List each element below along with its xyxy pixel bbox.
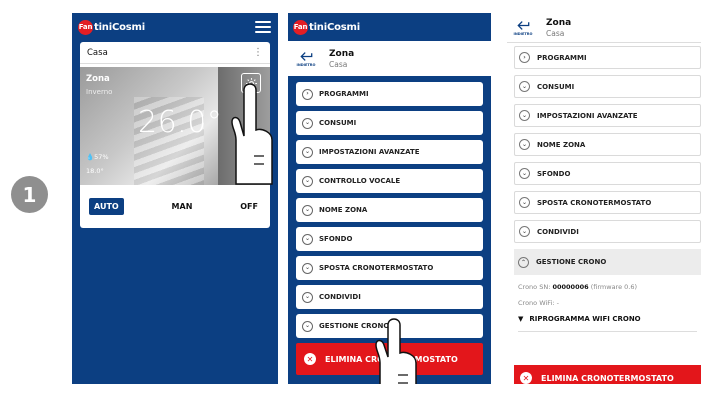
back-arrow-icon bbox=[516, 20, 529, 30]
chevron-down-icon: ⌄ bbox=[519, 168, 530, 179]
step-number: 1 bbox=[22, 182, 37, 207]
back-arrow-icon bbox=[299, 51, 312, 61]
chevron-down-icon: ⌄ bbox=[302, 175, 313, 187]
crono-serial-row: Crono SN: 00000006 (firmware 0.6) bbox=[518, 283, 638, 291]
chevron-down-icon: ⌄ bbox=[519, 139, 530, 150]
page-subtitle: Casa bbox=[546, 28, 565, 38]
screen-gestione-crono-expanded: INDIETRO Zona Casa › PROGRAMMI ⌄ CONSUMI ⌄… bbox=[507, 13, 701, 384]
chevron-down-icon: ⌄ bbox=[302, 320, 313, 332]
chevron-down-icon: ⌄ bbox=[302, 117, 313, 129]
page-header: INDIETRO Zona Casa bbox=[288, 41, 491, 76]
screen-zone-menu: Fan tiniCosmi INDIETRO Zona Casa › PROGRAM… bbox=[288, 13, 491, 384]
setpoint-readout: 18.0° bbox=[86, 167, 104, 175]
logo-badge: Fan bbox=[78, 19, 93, 35]
chevron-down-icon: ⌄ bbox=[302, 291, 313, 303]
instruction-figure: 1 Fan tiniCosmi Casa ⋮ Zona Inverno 26.0°… bbox=[0, 0, 702, 400]
season-label: Inverno bbox=[86, 88, 113, 96]
back-button[interactable]: INDIETRO bbox=[510, 15, 536, 41]
menu-item-programmi[interactable]: › PROGRAMMI bbox=[296, 82, 483, 106]
menu-item-sposta-cronotermostato[interactable]: ⌄ SPOSTA CRONOTERMOSTATO bbox=[514, 191, 701, 214]
mode-auto-button[interactable]: AUTO bbox=[89, 197, 124, 215]
chevron-up-icon: ⌃ bbox=[518, 256, 529, 268]
mode-man-button[interactable]: MAN bbox=[172, 202, 193, 211]
chevron-down-icon: ⌄ bbox=[519, 197, 530, 208]
back-button[interactable]: INDIETRO bbox=[293, 46, 319, 72]
current-temperature: 26.0° bbox=[138, 105, 223, 140]
zone-menu-list: › PROGRAMMI ⌄ CONSUMI ⌄ IMPOSTAZIONI AVANZA… bbox=[514, 46, 701, 332]
close-circle-icon: ✕ bbox=[304, 353, 316, 365]
menu-item-condividi[interactable]: ⌄ CONDIVIDI bbox=[514, 220, 701, 243]
chevron-right-icon: › bbox=[302, 88, 313, 100]
menu-item-sfondo[interactable]: ⌄ SFONDO bbox=[514, 162, 701, 185]
hamburger-menu-icon[interactable] bbox=[255, 21, 271, 33]
menu-item-condividi[interactable]: ⌄ CONDIVIDI bbox=[296, 285, 483, 309]
chevron-down-icon: ⌄ bbox=[302, 204, 313, 216]
app-header: Fan tiniCosmi bbox=[72, 13, 278, 41]
humidity-value: 57% bbox=[94, 153, 109, 161]
chevron-down-icon: ⌄ bbox=[302, 262, 313, 274]
card-header: Casa ⋮ bbox=[80, 42, 270, 64]
menu-item-impostazioni-avanzate[interactable]: ⌄ IMPOSTAZIONI AVANZATE bbox=[296, 140, 483, 164]
screen-home: Fan tiniCosmi Casa ⋮ Zona Inverno 26.0° 💧… bbox=[72, 13, 278, 384]
menu-item-sposta-cronotermostato[interactable]: ⌄ SPOSTA CRONOTERMOSTATO bbox=[296, 256, 483, 280]
chevron-down-icon: ⌄ bbox=[302, 146, 313, 158]
brand-logo: Fan tiniCosmi bbox=[293, 19, 360, 35]
back-label: INDIETRO bbox=[513, 31, 533, 36]
step-number-badge: 1 bbox=[11, 176, 48, 213]
menu-item-nome-zona[interactable]: ⌄ NOME ZONA bbox=[296, 198, 483, 222]
pointing-hand-icon bbox=[375, 318, 417, 384]
firmware-version: (firmware 0.6) bbox=[590, 283, 638, 291]
app-header: Fan tiniCosmi bbox=[288, 13, 491, 41]
chevron-down-icon: ⌄ bbox=[302, 233, 313, 245]
brand-logo: Fan tiniCosmi bbox=[78, 19, 145, 35]
menu-item-programmi[interactable]: › PROGRAMMI bbox=[514, 46, 701, 69]
page-title: Zona bbox=[329, 48, 355, 59]
page-header: INDIETRO Zona Casa bbox=[507, 13, 701, 43]
chevron-down-icon: ▼ bbox=[518, 315, 524, 323]
crono-wifi-row: Crono WiFi: - bbox=[518, 299, 559, 307]
menu-item-impostazioni-avanzate[interactable]: ⌄ IMPOSTAZIONI AVANZATE bbox=[514, 104, 701, 127]
page-subtitle: Casa bbox=[329, 59, 348, 69]
chevron-right-icon: › bbox=[519, 52, 530, 63]
menu-item-consumi[interactable]: ⌄ CONSUMI bbox=[296, 111, 483, 135]
menu-item-consumi[interactable]: ⌄ CONSUMI bbox=[514, 75, 701, 98]
logo-text: tiniCosmi bbox=[94, 21, 145, 33]
menu-item-sfondo[interactable]: ⌄ SFONDO bbox=[296, 227, 483, 251]
reprogram-wifi-button[interactable]: ▼ RIPROGRAMMA WIFI CRONO bbox=[518, 315, 697, 332]
logo-text: tiniCosmi bbox=[309, 21, 360, 33]
back-label: INDIETRO bbox=[296, 62, 316, 67]
humidity-readout: 💧57% bbox=[86, 153, 109, 161]
mode-selector: AUTO MAN OFF bbox=[80, 184, 270, 228]
mode-off-button[interactable]: OFF bbox=[240, 202, 258, 211]
pointing-hand-icon bbox=[231, 83, 273, 185]
close-circle-icon: ✕ bbox=[520, 372, 532, 384]
more-vertical-icon[interactable]: ⋮ bbox=[253, 47, 263, 58]
chevron-down-icon: ⌄ bbox=[519, 110, 530, 121]
delete-thermostat-button[interactable]: ✕ELIMINA CRONOTERMOSTATO bbox=[514, 365, 701, 384]
menu-item-gestione-crono-expanded[interactable]: ⌃ GESTIONE CRONO bbox=[514, 249, 701, 275]
gestione-crono-panel: Crono SN: 00000006 (firmware 0.6) Crono … bbox=[514, 275, 701, 332]
droplet-icon: 💧 bbox=[86, 153, 95, 161]
zone-name: Zona bbox=[86, 74, 110, 84]
menu-item-nome-zona[interactable]: ⌄ NOME ZONA bbox=[514, 133, 701, 156]
chevron-down-icon: ⌄ bbox=[519, 226, 530, 237]
logo-badge: Fan bbox=[293, 19, 308, 35]
page-title: Zona bbox=[546, 17, 572, 28]
card-title: Casa bbox=[87, 47, 108, 58]
menu-item-controllo-vocale[interactable]: ⌄ CONTROLLO VOCALE bbox=[296, 169, 483, 193]
crono-serial-value: 00000006 bbox=[552, 283, 589, 291]
chevron-down-icon: ⌄ bbox=[519, 81, 530, 92]
